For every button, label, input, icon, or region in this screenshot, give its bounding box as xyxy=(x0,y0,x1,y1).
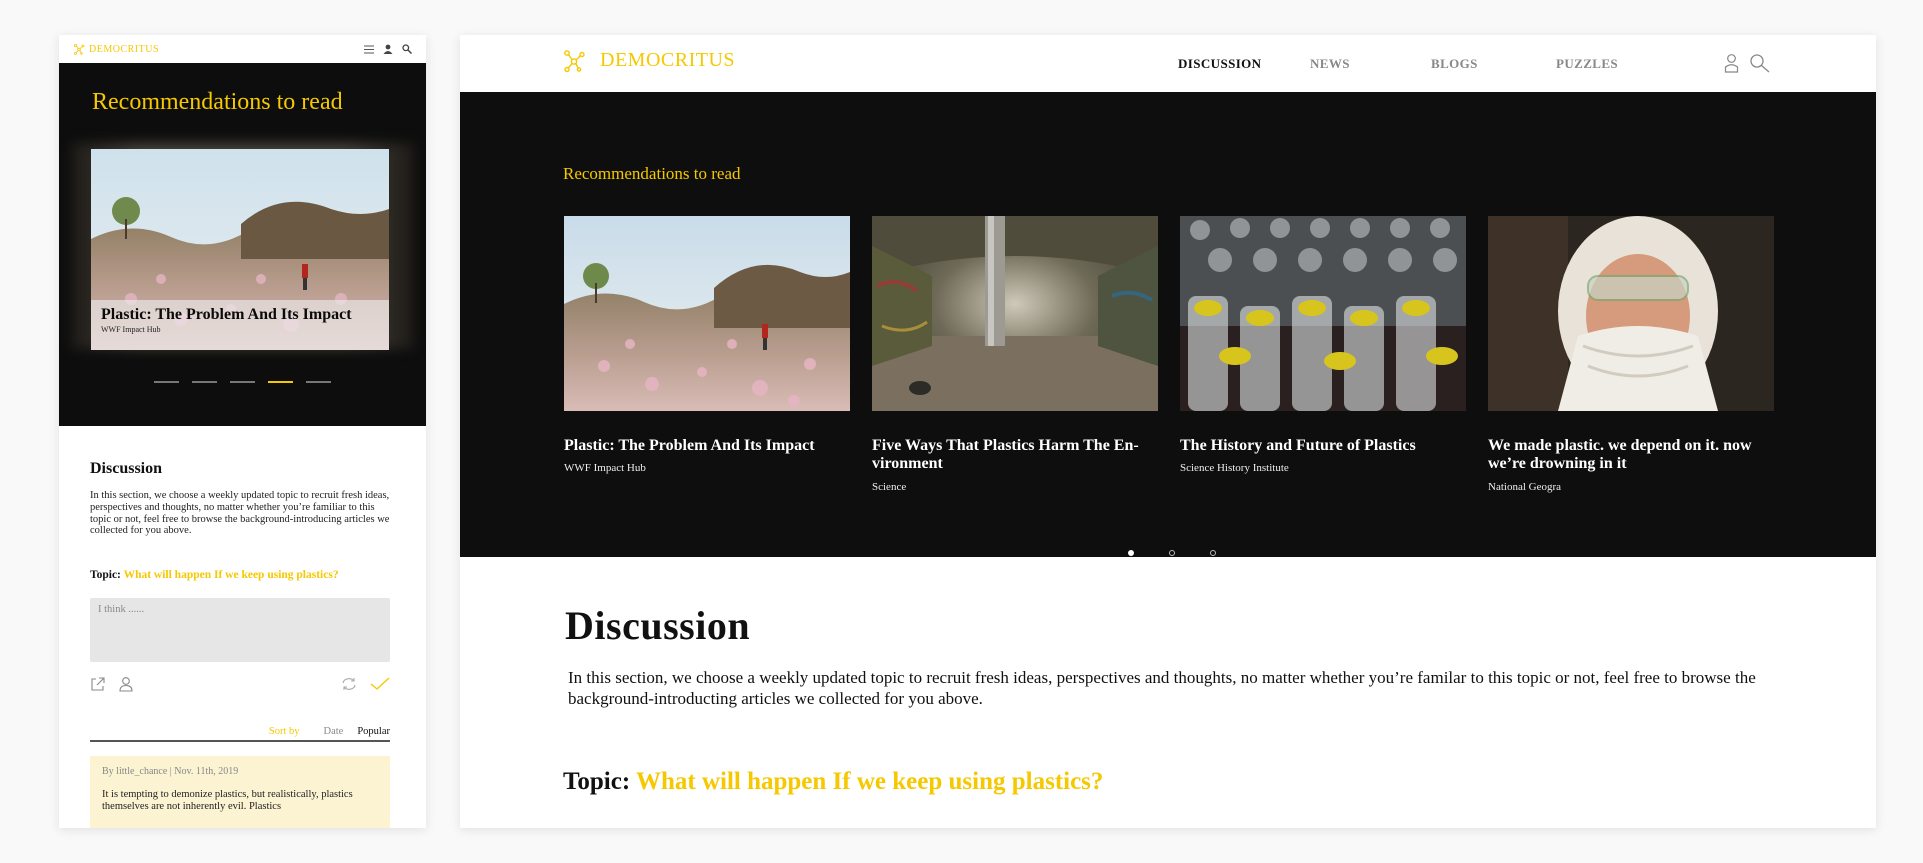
tunnel-graffiti-image xyxy=(872,216,1158,411)
carousel-dot-active[interactable] xyxy=(1128,550,1134,556)
hamburger-icon[interactable] xyxy=(364,45,374,54)
carousel-dot[interactable] xyxy=(1210,550,1216,556)
nav-discussion[interactable]: DISCUSSION xyxy=(1178,56,1310,72)
discussion-heading: Discussion xyxy=(90,460,163,477)
main-nav: DISCUSSION NEWS BLOGS PUZZLES xyxy=(1178,56,1656,72)
carousel-dot[interactable] xyxy=(1169,550,1175,556)
carousel-dash-active[interactable] xyxy=(268,381,293,383)
checkmark-icon[interactable] xyxy=(370,677,390,691)
card-title: Five Ways That Plastics Harm The En-viro… xyxy=(872,437,1139,473)
card-source: Science History Institute xyxy=(1180,462,1289,475)
sort-date-option[interactable]: Date xyxy=(324,726,344,737)
nav-puzzles[interactable]: PUZZLES xyxy=(1556,56,1656,72)
molecule-icon xyxy=(564,50,585,73)
card-source: Science xyxy=(872,480,907,493)
mobile-discussion: Discussion In this section, we choose a … xyxy=(59,426,426,828)
recommendations-title: Recommendations to read xyxy=(92,89,343,115)
brand-name: DEMOCRITUS xyxy=(600,49,736,71)
card-source: National Geogra xyxy=(1488,480,1561,493)
user-icon[interactable] xyxy=(119,676,133,692)
comment-text: It is tempting to demonize plastics, but… xyxy=(102,789,353,812)
recommendation-card[interactable]: The History and Future of Plastics Scien… xyxy=(1180,216,1466,493)
user-icon[interactable] xyxy=(1724,53,1739,73)
discussion-intro: In this section, we choose a weekly upda… xyxy=(568,668,1756,709)
mobile-mockup: DEMOCRITUS Recommendations to read Plast… xyxy=(59,35,426,828)
card-title: Plastic: The Problem And Its Impact xyxy=(564,437,815,454)
discussion-heading: Discussion xyxy=(565,603,751,648)
card-title: We made plastic. we depend on it. now we… xyxy=(1488,437,1752,473)
topic-line: Topic: What will happen If we keep using… xyxy=(563,768,1103,796)
mobile-recommendations: Recommendations to read Plastic: The Pro… xyxy=(59,63,426,426)
carousel-dash[interactable] xyxy=(306,381,331,383)
card-caption: Plastic: The Problem And Its Impact WWF … xyxy=(91,300,389,350)
card-source: WWF Impact Hub xyxy=(564,462,646,475)
carousel-dash[interactable] xyxy=(154,381,179,383)
brand-name: DEMOCRITUS xyxy=(89,43,160,55)
plastic-bottles-image xyxy=(1180,216,1466,411)
topic-label: Topic: xyxy=(90,569,121,581)
nav-news[interactable]: NEWS xyxy=(1310,56,1431,72)
search-icon[interactable] xyxy=(1749,53,1771,73)
comment-card[interactable]: By little_chance | Nov. 11th, 2019 It is… xyxy=(90,756,390,828)
topic-question: What will happen If we keep using plasti… xyxy=(635,768,1104,795)
topic-question: What will happen If we keep using plasti… xyxy=(123,569,339,581)
worker-in-mask-image xyxy=(1488,216,1774,411)
brand-logo[interactable]: DEMOCRITUS xyxy=(73,43,159,55)
carousel-dash[interactable] xyxy=(192,381,217,383)
user-icon[interactable] xyxy=(383,44,393,54)
brand-logo[interactable]: DEMOCRITUS xyxy=(562,48,735,73)
molecule-icon xyxy=(73,43,85,55)
sort-bar: Sort by Date Popular xyxy=(90,726,390,742)
recommendation-card[interactable]: Five Ways That Plastics Harm The En-viro… xyxy=(872,216,1158,493)
mobile-header: DEMOCRITUS xyxy=(59,35,426,63)
sort-label: Sort by xyxy=(268,726,300,737)
recommendation-card[interactable]: We made plastic. we depend on it. now we… xyxy=(1488,216,1774,493)
share-icon[interactable] xyxy=(90,676,106,692)
landfill-image xyxy=(564,216,850,411)
refresh-icon[interactable] xyxy=(341,677,357,691)
desktop-discussion: Discussion In this section, we choose a … xyxy=(565,602,1795,709)
topic-label: Topic: xyxy=(563,768,631,795)
desktop-mockup: DEMOCRITUS DISCUSSION NEWS BLOGS PUZZLES… xyxy=(460,35,1876,828)
nav-blogs[interactable]: BLOGS xyxy=(1431,56,1556,72)
opinion-input[interactable]: I think ...... xyxy=(90,598,390,662)
desktop-header: DEMOCRITUS DISCUSSION NEWS BLOGS PUZZLES xyxy=(460,35,1876,92)
recommendations-title: Recommendations to read xyxy=(563,164,741,183)
carousel-dash[interactable] xyxy=(230,381,255,383)
card-source: WWF Impact Hub xyxy=(101,325,161,334)
recommendation-cards: Plastic: The Problem And Its Impact WWF … xyxy=(564,216,1774,493)
recommendation-card[interactable]: Plastic: The Problem And Its Impact WWF … xyxy=(91,149,389,350)
sort-popular-option[interactable]: Popular xyxy=(357,726,390,737)
recommendation-card[interactable]: Plastic: The Problem And Its Impact WWF … xyxy=(564,216,850,493)
carousel-indicator xyxy=(59,381,426,383)
comment-meta: By little_chance | Nov. 11th, 2019 xyxy=(102,766,239,777)
card-title: The History and Future of Plastics xyxy=(1180,437,1416,454)
desktop-recommendations: Recommendations to read Plastic: The Pro… xyxy=(460,92,1876,557)
card-title: Plastic: The Problem And Its Impact xyxy=(101,306,352,323)
discussion-intro: In this section, we choose a weekly upda… xyxy=(90,490,390,537)
topic-line: Topic: What will happen If we keep using… xyxy=(90,569,395,581)
search-icon[interactable] xyxy=(402,44,412,54)
